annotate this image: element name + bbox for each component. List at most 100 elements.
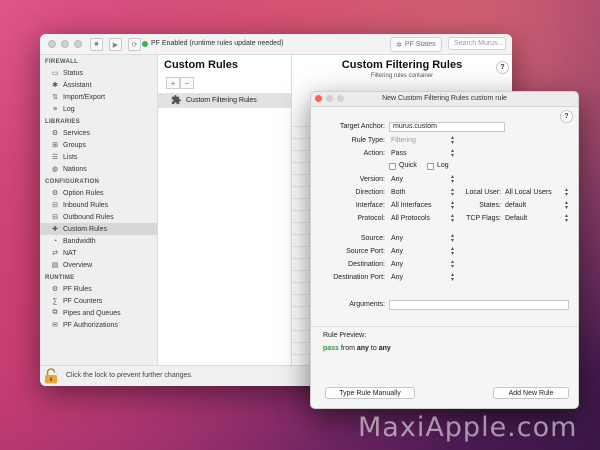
sidebar-item-label: Outbound Rules — [63, 213, 114, 221]
destination-label: Destination: — [348, 261, 385, 268]
overview-icon: ▤ — [51, 262, 59, 269]
sidebar-section-title: LIBRARIES — [45, 119, 81, 125]
sidebar-item-label: PF Authorizations — [63, 321, 118, 329]
lists-icon: ☰ — [51, 154, 59, 161]
sidebar-item-import-export[interactable]: ⇅ Import/Export — [40, 91, 157, 103]
pf-counters-icon: ∑ — [52, 297, 58, 305]
interface-label: Interface: — [355, 202, 385, 209]
lock-text: Click the lock to prevent further change… — [66, 372, 193, 379]
sidebar-item-assistant[interactable]: ✱ Assistant — [40, 79, 157, 91]
target-anchor-field[interactable]: murus.custom — [389, 122, 505, 132]
arguments-field[interactable] — [389, 300, 569, 310]
chevron-updown-icon: ▴ ▾ — [450, 187, 454, 198]
action-select[interactable]: Pass ▴ ▾ — [389, 148, 455, 159]
help-button[interactable]: ? — [496, 61, 509, 74]
reload-icon[interactable]: ⟳ — [128, 38, 141, 51]
interface-value: All Interfaces — [391, 202, 432, 209]
rule-type-select: Filtering ▴ ▾ — [389, 135, 455, 146]
stop-icon[interactable]: ■ — [90, 38, 103, 51]
protocol-select[interactable]: All Protocols ▴ ▾ — [389, 213, 455, 224]
sidebar-item-pipes-and-queues[interactable]: ⧉ Pipes and Queues — [40, 307, 157, 319]
direction-select[interactable]: Both ▴ ▾ — [389, 187, 455, 198]
version-select[interactable]: Any ▴ ▾ — [389, 174, 455, 185]
assistant-icon: ✱ — [52, 82, 58, 89]
sidebar-section-title: FIREWALL — [45, 59, 79, 65]
sidebar-item-custom-rules[interactable]: ✚ Custom Rules — [40, 223, 157, 235]
pf-states-icon: ✲ — [396, 41, 402, 49]
sidebar-item-lists[interactable]: ☰ Lists — [40, 151, 157, 163]
dialog-titlebar: New Custom Filtering Rules custom rule — [311, 92, 578, 107]
version-label: Version: — [359, 176, 385, 183]
chevron-updown-icon: ▴ ▾ — [450, 233, 454, 244]
sidebar-item-inbound-rules[interactable]: ⊟ Inbound Rules — [40, 199, 157, 211]
sidebar-item-pf-authorizations[interactable]: ✉ PF Authorizations — [40, 319, 157, 331]
remove-button[interactable]: − — [180, 77, 194, 89]
sidebar-item-label: PF Counters — [63, 297, 103, 305]
add-new-rule-button[interactable]: Add New Rule — [493, 387, 569, 399]
states-select[interactable]: default ▴ ▾ — [503, 200, 569, 211]
search-input[interactable]: Search Murus... — [448, 37, 506, 50]
pf-auth-icon: ✉ — [52, 322, 58, 329]
quick-checkbox[interactable] — [389, 163, 396, 170]
zoom-window-button[interactable] — [74, 40, 82, 48]
sidebar-item-pf-counters[interactable]: ∑ PF Counters — [40, 295, 157, 307]
watermark: MaxiApple.com — [358, 412, 578, 443]
source-port-label: Source Port: — [346, 248, 385, 255]
sidebar-item-groups[interactable]: ⊞ Groups — [40, 139, 157, 151]
log-label: Log — [437, 162, 449, 169]
new-rule-dialog: New Custom Filtering Rules custom rule ?… — [310, 91, 579, 409]
sidebar-item-services[interactable]: ⚙ Services — [40, 127, 157, 139]
chevron-updown-icon: ▴ ▾ — [450, 200, 454, 211]
log-checkbox[interactable] — [427, 163, 434, 170]
sidebar-item-pf-rules[interactable]: ⚙ PF Rules — [40, 283, 157, 295]
source-label: Source: — [360, 235, 385, 242]
chevron-updown-icon: ▴ ▾ — [450, 135, 454, 146]
puzzle-icon — [170, 94, 181, 107]
add-button[interactable]: + — [166, 77, 180, 89]
rule-preview-label: Rule Preview: — [323, 332, 367, 339]
sidebar-item-status[interactable]: ▭ Status — [40, 67, 157, 79]
local-user-select[interactable]: All Local Users ▴ ▾ — [503, 187, 569, 198]
direction-value: Both — [391, 189, 406, 196]
source-port-select[interactable]: Any ▴ ▾ — [389, 246, 455, 257]
destination-port-select[interactable]: Any ▴ ▾ — [389, 272, 455, 283]
chevron-updown-icon: ▴ ▾ — [450, 246, 454, 257]
sidebar-item-outbound-rules[interactable]: ⊟ Outbound Rules — [40, 211, 157, 223]
detail-title: Custom Filtering Rules — [341, 59, 463, 71]
type-rule-manually-button[interactable]: Type Rule Manually — [325, 387, 415, 399]
sidebar-item-overview[interactable]: ▤ Overview — [40, 259, 157, 271]
close-window-button[interactable] — [48, 40, 56, 48]
lock-icon[interactable] — [44, 368, 58, 384]
source-select[interactable]: Any ▴ ▾ — [389, 233, 455, 244]
sidebar-item-label: Lists — [63, 153, 78, 161]
sidebar-item-log[interactable]: ≡ Log — [40, 103, 157, 115]
sidebar-item-bandwidth[interactable]: ◔ Bandwidth — [40, 235, 157, 247]
sidebar-item-nations[interactable]: ◍ Nations — [40, 163, 157, 175]
states-label: States: — [479, 202, 501, 209]
sidebar-item-label: Log — [63, 105, 75, 113]
tcp-flags-value: Default — [505, 215, 528, 222]
rule-type-label: Rule Type: — [351, 137, 385, 144]
sidebar-item-label: Nations — [63, 165, 87, 173]
sidebar-item-label: NAT — [63, 249, 77, 257]
sidebar-item-option-rules[interactable]: ⚙ Option Rules — [40, 187, 157, 199]
tcp-flags-select[interactable]: Default ▴ ▾ — [503, 213, 569, 224]
sidebar-item-label: Overview — [63, 261, 93, 269]
sidebar-item-label: Inbound Rules — [63, 201, 109, 209]
bandwidth-icon: ◔ — [52, 237, 58, 245]
minimize-window-button[interactable] — [61, 40, 69, 48]
destination-select[interactable]: Any ▴ ▾ — [389, 259, 455, 270]
list-item-custom-filtering-rules[interactable]: Custom Filtering Rules — [158, 93, 291, 108]
sidebar-item-label: PF Rules — [63, 285, 92, 293]
sidebar-item-nat[interactable]: ⇄ NAT — [40, 247, 157, 259]
dialog-help-button[interactable]: ? — [560, 110, 573, 123]
nat-icon: ⇄ — [52, 250, 58, 257]
pf-states-button[interactable]: ✲ PF States — [390, 37, 442, 52]
preview-any-destination: any — [378, 345, 391, 352]
pf-rules-icon: ⚙ — [51, 286, 59, 293]
interface-select[interactable]: All Interfaces ▴ ▾ — [389, 200, 455, 211]
custom-rules-title: Custom Rules — [164, 59, 238, 71]
chevron-updown-icon: ▴ ▾ — [564, 213, 568, 224]
states-value: default — [505, 202, 527, 209]
play-icon[interactable]: ▶ — [109, 38, 122, 51]
